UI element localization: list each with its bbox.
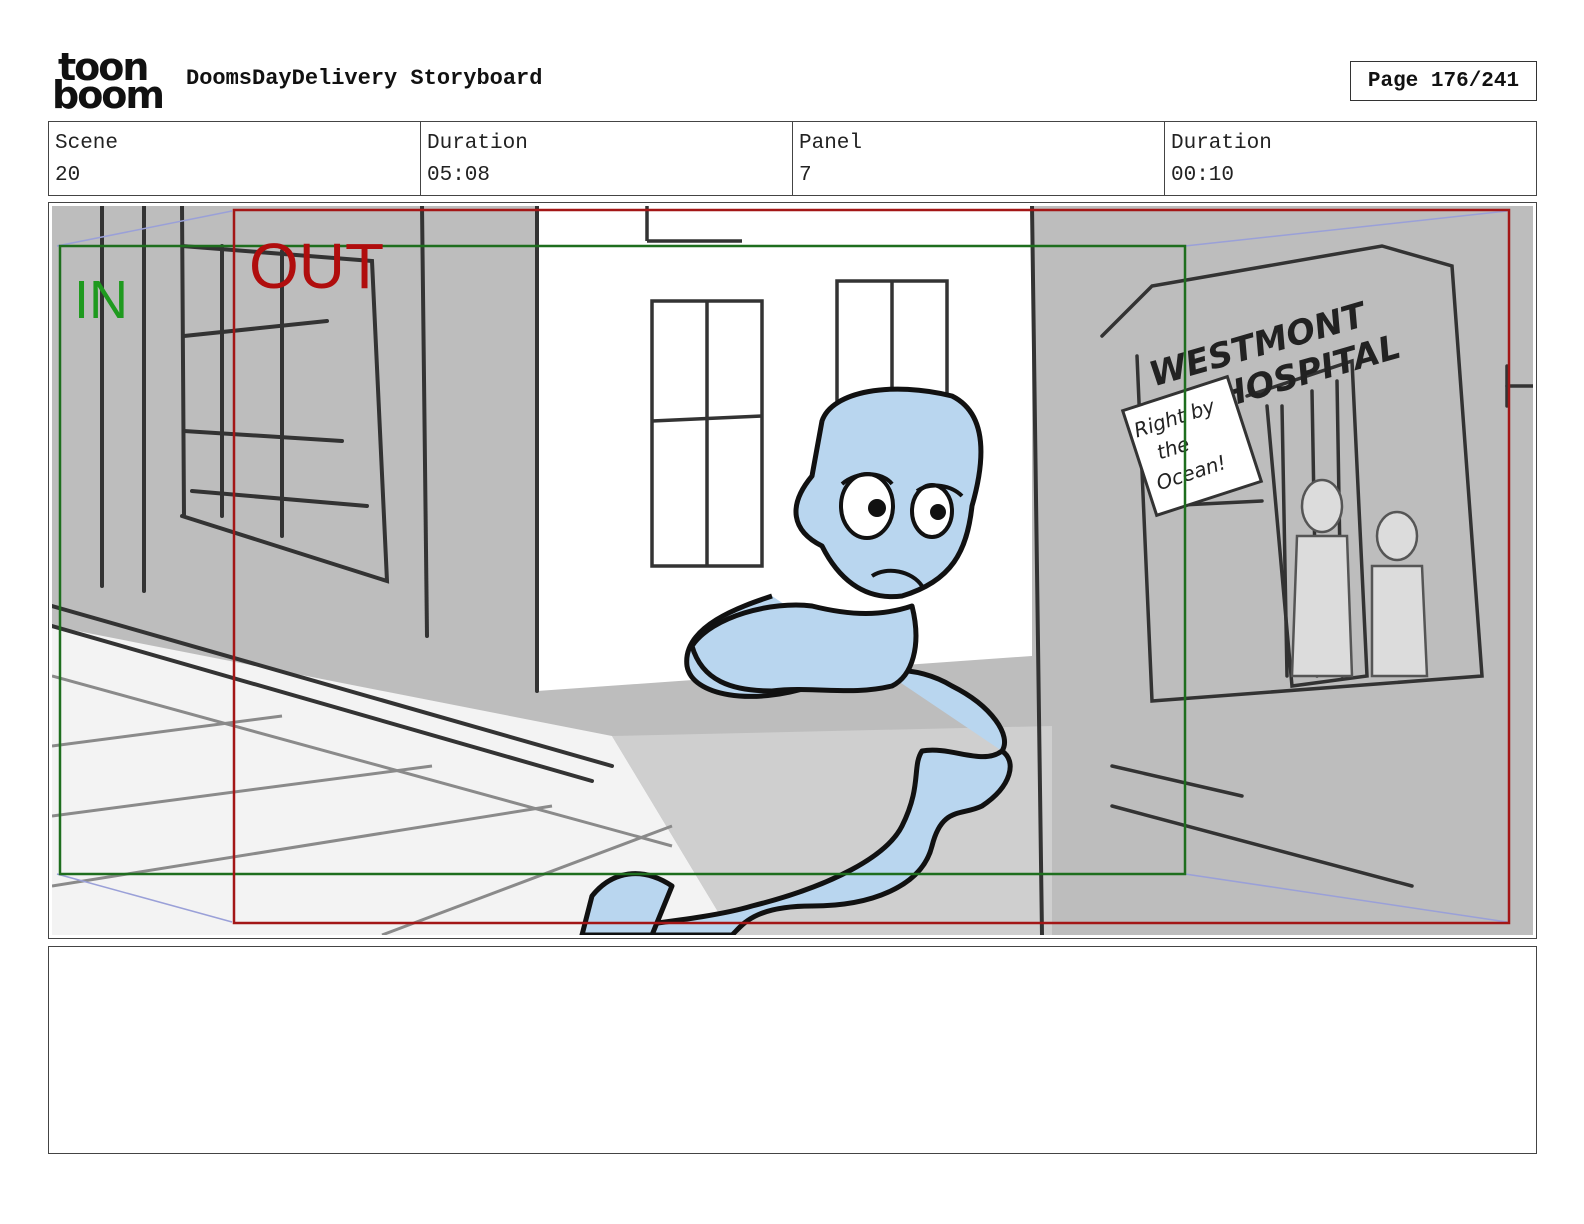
panel-artwork: WESTMONT HOSPITAL Right by the Ocean! IN… <box>52 206 1533 935</box>
scene-duration-cell: Duration 05:08 <box>421 122 793 195</box>
panel-label: Panel <box>799 132 863 155</box>
panel-value: 7 <box>799 164 812 187</box>
logo-line-2: boom <box>52 73 165 117</box>
out-label: OUT <box>249 230 384 302</box>
toonboom-logo: toon boom <box>52 48 165 117</box>
scene-label: Scene <box>55 132 119 155</box>
scene-duration-label: Duration <box>427 132 528 155</box>
panel-notes-box <box>48 946 1537 1154</box>
scene-cell: Scene 20 <box>49 122 421 195</box>
in-label: IN <box>74 270 128 330</box>
panel-duration-cell: Duration 00:10 <box>1165 122 1536 195</box>
panel-duration-value: 00:10 <box>1171 164 1235 187</box>
panel-info-row: Scene 20 Duration 05:08 Panel 7 Duration… <box>48 121 1537 196</box>
storyboard-panel: WESTMONT HOSPITAL Right by the Ocean! IN… <box>48 202 1537 939</box>
scene-duration-value: 05:08 <box>427 164 491 187</box>
project-title: DoomsDayDelivery Storyboard <box>186 66 543 91</box>
page-number: Page 176/241 <box>1350 61 1537 101</box>
panel-cell: Panel 7 <box>793 122 1165 195</box>
scene-value: 20 <box>55 164 81 187</box>
panel-duration-label: Duration <box>1171 132 1272 155</box>
